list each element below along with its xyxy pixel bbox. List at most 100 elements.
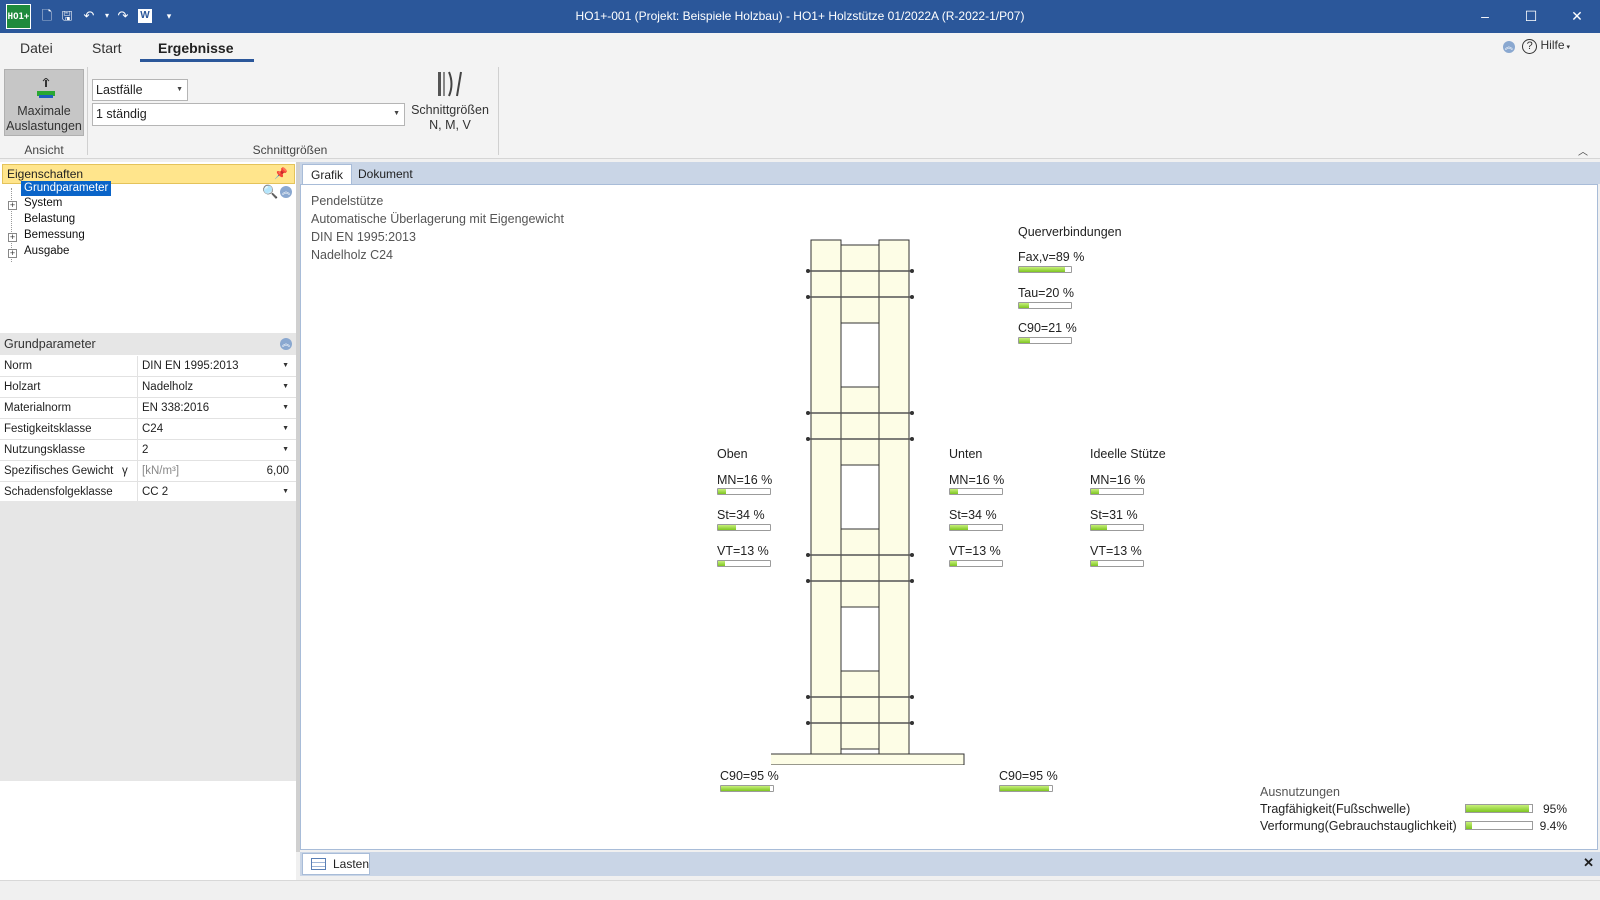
util-label: MN=16 % bbox=[949, 473, 1005, 487]
expand-icon[interactable]: + bbox=[8, 249, 17, 258]
tab-lasten[interactable]: Lasten bbox=[302, 853, 370, 875]
festigkeitsklasse-select[interactable]: C24 ▼ bbox=[137, 419, 295, 439]
prop-row-nutzungsklasse: Nutzungsklasse 2 ▼ bbox=[0, 440, 296, 461]
expand-icon[interactable]: + bbox=[8, 233, 17, 242]
ausnutzung-pct: 9.4% bbox=[1539, 819, 1567, 833]
info-line: Nadelholz C24 bbox=[311, 248, 393, 262]
util-bar-fill bbox=[721, 786, 771, 791]
tab-lasten-label: Lasten bbox=[333, 857, 370, 871]
collapse-ribbon-icon[interactable]: ︽ bbox=[1502, 41, 1515, 53]
util-bar bbox=[1018, 302, 1072, 309]
tree-item-system[interactable]: System bbox=[24, 197, 62, 209]
tab-dokument[interactable]: Dokument bbox=[350, 164, 421, 184]
chevron-down-icon: ▼ bbox=[393, 110, 400, 117]
chevron-down-icon: ▼ bbox=[282, 404, 289, 411]
prop-row-festigkeitsklasse: Festigkeitsklasse C24 ▼ bbox=[0, 419, 296, 440]
util-bar bbox=[949, 488, 1003, 495]
ausnutzung-bar-fill bbox=[1466, 805, 1529, 812]
util-bar-fill bbox=[950, 489, 959, 494]
ideelle-title: Ideelle Stütze bbox=[1090, 447, 1166, 461]
tab-ergebnisse[interactable]: Ergebnisse bbox=[158, 40, 233, 56]
tab-start[interactable]: Start bbox=[92, 40, 122, 56]
window-title: HO1+-001 (Projekt: Beispiele Holzbau) - … bbox=[575, 9, 1025, 23]
util-label: St=31 % bbox=[1090, 508, 1138, 522]
max-auslastungen-button[interactable]: Maximale Auslastungen bbox=[4, 69, 84, 136]
help-area[interactable]: ︽ ? Hilfe ▾ bbox=[1502, 38, 1570, 54]
minimize-button[interactable]: – bbox=[1462, 0, 1508, 33]
materialnorm-select[interactable]: EN 338:2016 ▼ bbox=[137, 398, 295, 418]
util-bar-fill bbox=[718, 561, 725, 566]
util-label: St=34 % bbox=[717, 508, 765, 522]
schadensfolgeklasse-select[interactable]: CC 2 ▼ bbox=[137, 482, 295, 502]
prop-value: EN 338:2016 bbox=[142, 402, 210, 414]
graphic-canvas[interactable]: Pendelstütze Automatische Überlagerung m… bbox=[300, 184, 1598, 850]
util-bar-fill bbox=[1019, 267, 1066, 272]
panel-title: Eigenschaften bbox=[7, 167, 84, 181]
tree-item-bemessung[interactable]: Bemessung bbox=[24, 229, 85, 241]
schnittgroessen-button[interactable]: Schnittgrößen N, M, V bbox=[410, 69, 490, 139]
prop-value: CC 2 bbox=[142, 486, 169, 498]
bottom-tab-strip: Lasten ✕ bbox=[300, 852, 1600, 876]
collapse-icon[interactable]: ︽ bbox=[280, 338, 292, 350]
unten-title: Unten bbox=[949, 447, 983, 461]
nutzungsklasse-select[interactable]: 2 ▼ bbox=[137, 440, 295, 460]
util-bar bbox=[1018, 337, 1072, 344]
group-label-ansicht: Ansicht bbox=[24, 143, 64, 157]
util-label: MN=16 % bbox=[717, 473, 773, 487]
lastfall-select[interactable]: 1 ständig ▼ bbox=[92, 103, 405, 126]
util-bar bbox=[717, 560, 771, 567]
util-label: VT=13 % bbox=[949, 544, 1001, 558]
prop-row-materialnorm: Materialnorm EN 338:2016 ▼ bbox=[0, 398, 296, 419]
lastfaelle-dropdown[interactable]: Lastfälle ▼ bbox=[92, 79, 188, 101]
ausnutzung-label: Verformung(Gebrauchstauglichkeit) bbox=[1260, 819, 1457, 833]
section-title: Grundparameter bbox=[4, 337, 96, 351]
ausnutzung-bar-fill bbox=[1466, 822, 1473, 829]
close-button[interactable]: ✕ bbox=[1554, 0, 1600, 33]
prop-value: DIN EN 1995:2013 bbox=[142, 360, 239, 372]
util-bar bbox=[949, 524, 1003, 531]
tree-item-ausgabe[interactable]: Ausgabe bbox=[24, 245, 69, 257]
tab-datei[interactable]: Datei bbox=[20, 40, 53, 56]
prop-value: C24 bbox=[142, 423, 164, 435]
close-icon[interactable]: ✕ bbox=[1583, 855, 1594, 871]
ausnutzung-pct: 95% bbox=[1542, 802, 1567, 816]
help-label[interactable]: Hilfe bbox=[1541, 38, 1565, 52]
max-btn-line2: Auslastungen bbox=[6, 119, 82, 133]
spez-gewicht-input[interactable]: [kN/m³] 6,00 bbox=[137, 461, 295, 481]
tree-item-grundparameter[interactable]: Grundparameter bbox=[21, 181, 112, 196]
collapse-icon[interactable]: ︽ bbox=[280, 186, 292, 198]
prop-label: Spezifisches Gewicht bbox=[4, 465, 114, 477]
util-label: MN=16 % bbox=[1090, 473, 1146, 487]
prop-value: Nadelholz bbox=[142, 381, 194, 393]
table-icon bbox=[311, 858, 326, 870]
util-bar-fill bbox=[1091, 525, 1108, 530]
prop-label: Schadensfolgeklasse bbox=[4, 486, 113, 498]
group-separator bbox=[87, 67, 88, 155]
max-btn-line1: Maximale bbox=[17, 104, 71, 118]
util-bar bbox=[717, 488, 771, 495]
tab-grafik[interactable]: Grafik bbox=[302, 164, 353, 184]
norm-select[interactable]: DIN EN 1995:2013 ▼ bbox=[137, 356, 295, 376]
ausnutzung-bar bbox=[1465, 804, 1533, 813]
search-icon[interactable]: 🔍 bbox=[262, 184, 278, 200]
ausnutzungen-title: Ausnutzungen bbox=[1260, 785, 1340, 799]
chevron-down-icon: ▼ bbox=[282, 446, 289, 453]
ribbon-collapse-icon[interactable]: ︿ bbox=[1578, 143, 1588, 158]
prop-symbol: γ bbox=[122, 465, 128, 477]
expand-icon[interactable]: + bbox=[8, 201, 17, 210]
info-line: DIN EN 1995:2013 bbox=[311, 230, 416, 244]
prop-label: Norm bbox=[4, 360, 33, 372]
tree-item-belastung[interactable]: Belastung bbox=[24, 213, 75, 225]
util-bar bbox=[999, 785, 1053, 792]
pin-icon[interactable]: 📌 bbox=[274, 165, 288, 183]
querverbindungen-title: Querverbindungen bbox=[1018, 225, 1122, 239]
maximize-button[interactable]: ☐ bbox=[1508, 0, 1554, 33]
util-label: C90=21 % bbox=[1018, 321, 1077, 335]
column-drawing bbox=[771, 239, 965, 765]
holzart-select[interactable]: Nadelholz ▼ bbox=[137, 377, 295, 397]
active-tab-indicator bbox=[140, 59, 254, 62]
help-icon[interactable]: ? bbox=[1522, 39, 1538, 54]
util-bar bbox=[717, 524, 771, 531]
ausnutzung-label: Tragfähigkeit(Fußschwelle) bbox=[1260, 802, 1411, 816]
prop-label: Festigkeitsklasse bbox=[4, 423, 92, 435]
